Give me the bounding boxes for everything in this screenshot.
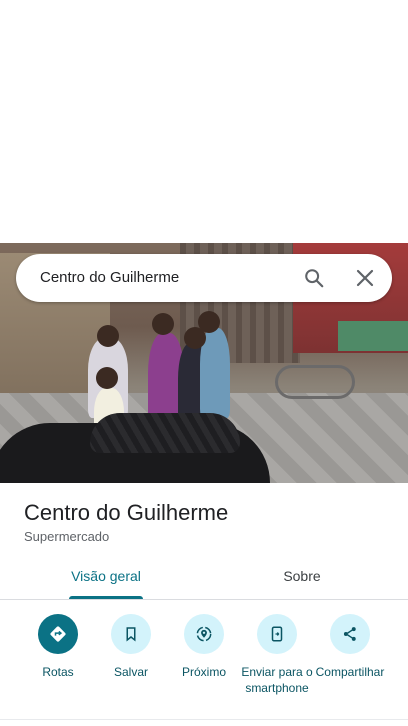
tab-overview[interactable]: Visão geral	[4, 560, 208, 600]
share-button[interactable]: Compartilhar	[308, 614, 392, 680]
place-title: Centro do Guilherme	[24, 500, 229, 525]
share-icon	[343, 627, 356, 641]
directions-icon	[50, 626, 66, 642]
tab-about[interactable]: Sobre	[200, 560, 404, 600]
send-to-phone-icon	[271, 626, 283, 642]
tab-selected-indicator	[69, 596, 143, 599]
close-icon[interactable]	[353, 266, 377, 290]
nearby-button[interactable]: Próximo	[162, 614, 246, 680]
action-buttons: Rotas Salvar Próximo Enviar para o smart…	[0, 614, 408, 714]
send-to-phone-label: Enviar para o smartphone	[241, 665, 313, 695]
nearby-label: Próximo	[181, 665, 226, 679]
map-blank-area	[0, 0, 408, 243]
bottom-divider	[0, 719, 408, 720]
share-label: Compartilhar	[315, 665, 385, 679]
directions-button[interactable]: Rotas	[16, 614, 100, 680]
save-button[interactable]: Salvar	[89, 614, 173, 680]
save-label: Salvar	[113, 665, 148, 679]
place-category: Supermercado	[24, 529, 110, 544]
place-tabs: Visão geral Sobre	[0, 560, 408, 600]
send-to-phone-button[interactable]: Enviar para o smartphone	[235, 614, 319, 696]
nearby-icon	[196, 626, 212, 642]
search-query[interactable]: Centro do Guilherme	[40, 269, 179, 286]
search-icon[interactable]	[303, 267, 325, 289]
search-bar[interactable]: Centro do Guilherme	[16, 254, 392, 302]
bookmark-icon	[126, 627, 136, 642]
directions-label: Rotas	[42, 665, 74, 679]
